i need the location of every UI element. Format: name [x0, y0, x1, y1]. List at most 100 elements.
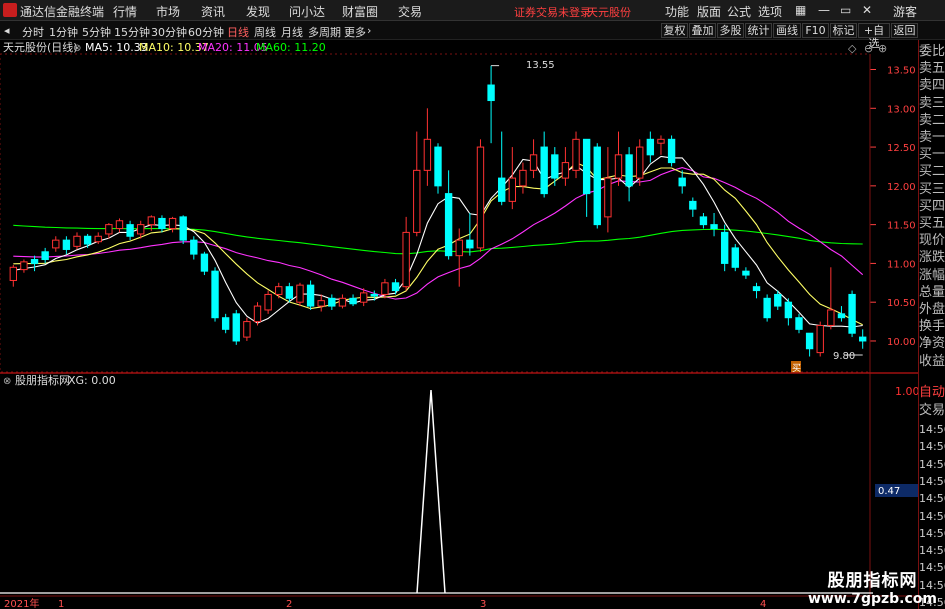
quote-label: 涨跌 — [919, 250, 945, 266]
candle-body — [296, 284, 304, 303]
candle-body — [168, 217, 177, 230]
menu-formula[interactable]: 公式 — [727, 3, 751, 20]
quote-label: 卖三 — [919, 95, 945, 111]
zoom-in-icon[interactable]: ⊕ — [878, 42, 887, 55]
quote-label: 换手 — [919, 319, 945, 335]
tab-multi[interactable]: 多周期 — [308, 24, 341, 40]
menu-discover[interactable]: 发现 — [246, 3, 270, 20]
app-logo-icon — [3, 3, 17, 17]
candle-body — [795, 317, 803, 330]
candle-body — [41, 251, 49, 261]
price-tick-label: 10.50 — [887, 298, 916, 309]
candle-body — [147, 216, 156, 226]
trade-time: 14:56 — [919, 509, 945, 523]
close-icon[interactable]: ✕ — [862, 3, 872, 17]
quote-label: 总量 — [919, 284, 945, 300]
btn-mark[interactable]: 标记 — [830, 23, 857, 38]
menu-quote[interactable]: 行情 — [113, 3, 137, 20]
high-price-annotation: 13.55 — [526, 60, 555, 71]
quote-label: 卖一 — [919, 130, 945, 145]
tab-1min[interactable]: 1分钟 — [49, 24, 78, 40]
candle-body — [370, 293, 378, 297]
candle-body — [816, 324, 824, 354]
btn-f10[interactable]: F10 — [802, 23, 829, 38]
candle-body — [551, 154, 559, 179]
grid-icon[interactable]: ▦ — [795, 3, 806, 17]
tab-60min[interactable]: 60分钟 — [188, 24, 224, 40]
btn-back[interactable]: 返回 — [891, 23, 918, 38]
quote-label: 现价 — [919, 233, 945, 249]
kline-chart[interactable]: 13.5013.0012.5012.0011.5011.0010.5010.00… — [0, 40, 945, 609]
tab-daily[interactable]: 日线 — [227, 24, 249, 40]
trade-time: 14:56 — [919, 544, 945, 558]
candle-body — [689, 200, 697, 210]
candle-body — [200, 253, 209, 272]
menu-news[interactable]: 资讯 — [201, 3, 225, 20]
candle-body — [20, 261, 28, 271]
candles — [9, 65, 867, 357]
minimize-icon[interactable]: — — [818, 3, 830, 17]
menu-market[interactable]: 市场 — [156, 3, 180, 20]
quote-label: 买二 — [919, 164, 945, 180]
date-month-4: 4 — [760, 599, 766, 609]
quote-label: 买五 — [919, 216, 945, 231]
more-arrow-icon[interactable]: › — [367, 24, 371, 37]
tab-5min[interactable]: 5分钟 — [82, 24, 111, 40]
candle-body — [402, 231, 410, 288]
guest-label[interactable]: 游客 — [893, 3, 917, 20]
price-axis: 13.50 13.00 12.50 12.00 11.50 11.00 10.50 10.00 — [887, 66, 916, 348]
ma60-label: MA60: 11.20 — [256, 41, 326, 54]
menu-layout[interactable]: 版面 — [697, 3, 721, 20]
candle-body — [275, 286, 283, 295]
candle-body — [646, 138, 655, 156]
menu-ask[interactable]: 问小达 — [289, 3, 325, 20]
menu-options[interactable]: 选项 — [758, 3, 782, 20]
trade-time: 14:56 — [919, 492, 945, 506]
menu-function[interactable]: 功能 — [665, 3, 689, 20]
auto-trade-label[interactable]: 交易 — [919, 403, 945, 419]
candle-body — [667, 138, 676, 164]
watermark-url: www.7gpzb.com — [807, 591, 937, 607]
menu-fortune[interactable]: 财富圈 — [342, 3, 378, 20]
candle-body — [359, 292, 368, 303]
btn-stats[interactable]: 统计 — [745, 23, 772, 38]
sub-legend-toggle-icon[interactable]: ⊗ — [3, 376, 11, 387]
tab-weekly[interactable]: 周线 — [254, 24, 276, 40]
candle-body — [413, 169, 421, 233]
candle-body — [625, 154, 633, 187]
candle-body — [752, 286, 761, 292]
candle-body — [62, 239, 71, 250]
btn-adjust[interactable]: 复权 — [661, 23, 688, 38]
tab-intraday[interactable]: 分时 — [22, 24, 44, 40]
login-notice[interactable]: 证券交易未登录 — [514, 4, 591, 20]
candle-body — [83, 235, 92, 245]
zoom-out-icon[interactable]: ⊖ — [864, 42, 873, 55]
price-tick-label: 11.00 — [887, 259, 916, 270]
menu-trade[interactable]: 交易 — [398, 3, 422, 20]
btn-overlay[interactable]: 叠加 — [689, 23, 716, 38]
tab-30min[interactable]: 30分钟 — [151, 24, 187, 40]
candle-body — [614, 154, 623, 179]
sub-indicator-name: 股朋指标网 — [15, 373, 70, 387]
btn-multi[interactable]: 多股 — [717, 23, 744, 38]
tab-monthly[interactable]: 月线 — [281, 24, 303, 40]
candle-body — [827, 309, 835, 326]
btn-add-favorite[interactable]: +自选 — [858, 23, 890, 50]
quote-label: 外盘 — [919, 302, 945, 317]
btn-draw[interactable]: 画线 — [773, 23, 801, 38]
quote-label: 买四 — [919, 198, 945, 214]
candle-body — [678, 177, 686, 187]
tab-15min[interactable]: 15分钟 — [114, 24, 150, 40]
legend-toggle-icon[interactable]: ⊗ — [73, 43, 81, 54]
quote-panel: 委比 卖五 卖四 卖三 卖二 卖一 买一 买二 买三 买四 买五 现价 涨跌 涨幅 总量 外盘 换手 净资 收益 自动… — [918, 40, 945, 609]
candle-body — [94, 235, 102, 243]
candle-body — [338, 297, 347, 307]
candle-body — [699, 216, 708, 226]
trade-time: 14:56 — [919, 457, 945, 471]
tab-more[interactable]: 更多 — [344, 24, 366, 40]
maximize-icon[interactable]: ▭ — [840, 3, 851, 17]
diamond-icon[interactable]: ◇ — [848, 42, 857, 55]
candle-body — [317, 300, 325, 307]
auto-trade-label[interactable]: 自动 — [919, 385, 945, 401]
left-arrow-icon[interactable]: ◂ — [4, 24, 10, 37]
